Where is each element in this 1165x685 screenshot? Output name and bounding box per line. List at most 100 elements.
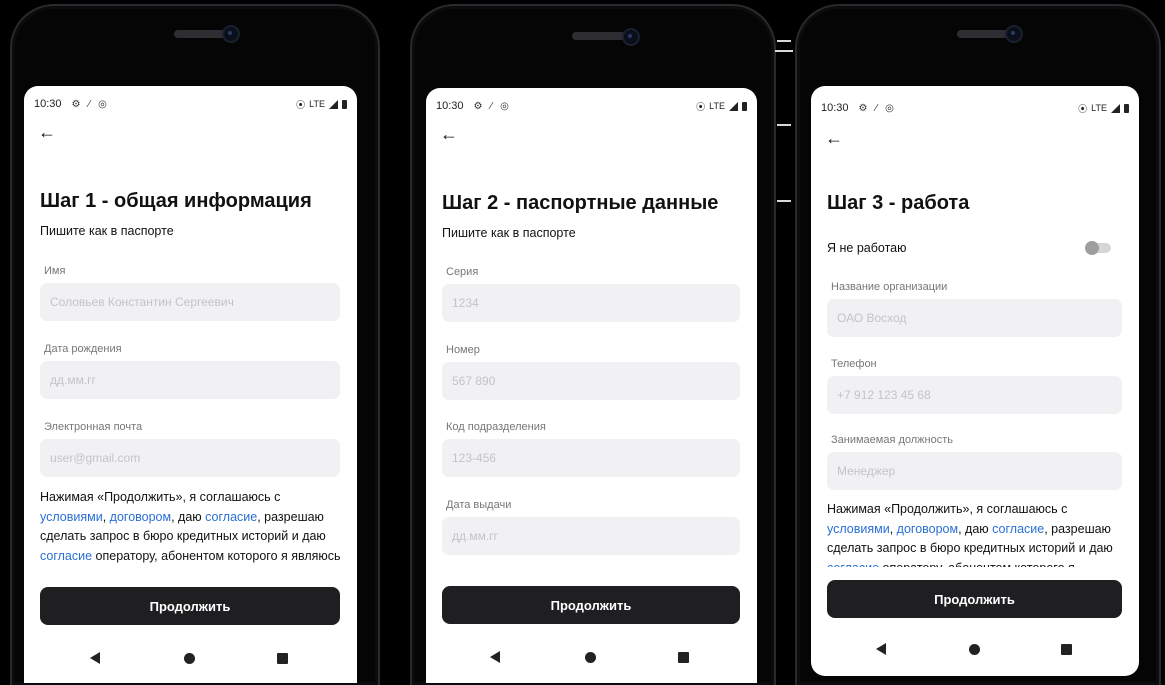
- operator-consent-link[interactable]: согласие: [827, 561, 879, 568]
- status-bar: 10:30 ⚙ ⁄ ◎ ⦿ LTE: [436, 98, 747, 114]
- side-button: [777, 124, 791, 126]
- nav-recents-icon[interactable]: [678, 652, 689, 663]
- screen-step-2: 10:30 ⚙ ⁄ ◎ ⦿ LTE ← Шаг 2 - паспортные д…: [426, 88, 757, 683]
- field-label-phone: Телефон: [831, 358, 877, 370]
- speaker-grille: [572, 32, 626, 40]
- nav-recents-icon[interactable]: [1061, 644, 1072, 655]
- network-label: LTE: [309, 99, 325, 109]
- terms-link[interactable]: условиями: [827, 522, 890, 536]
- not-working-row[interactable]: Я не работаю: [827, 241, 1125, 257]
- consent-part: ,: [889, 521, 897, 536]
- issue-date-input[interactable]: дд.мм.гг: [442, 517, 740, 555]
- field-label-organization: Название организации: [831, 281, 948, 293]
- consent-part: Нажимая «Продолжить», я соглашаюсь с: [40, 490, 281, 504]
- position-input[interactable]: Менеджер: [827, 452, 1122, 490]
- signal-icon: [729, 101, 738, 111]
- nav-home-icon[interactable]: [184, 653, 195, 664]
- network-label: LTE: [709, 101, 725, 111]
- phone-input[interactable]: +7 912 123 45 68: [827, 376, 1122, 414]
- side-button: [777, 40, 791, 42]
- status-bar: 10:30 ⚙ ⁄ ◎ ⦿ LTE: [34, 96, 347, 112]
- back-arrow-icon[interactable]: ←: [440, 124, 458, 145]
- field-label-email: Электронная почта: [44, 421, 143, 433]
- nav-recents-icon[interactable]: [277, 653, 288, 664]
- sync-icon: ⁄: [875, 102, 878, 114]
- consent-link[interactable]: согласие: [992, 522, 1044, 536]
- battery-icon: [742, 101, 747, 111]
- contract-link[interactable]: договором: [110, 510, 171, 524]
- signal-icon: [1111, 103, 1120, 113]
- battery-icon: [342, 99, 347, 109]
- speaker-grille: [957, 30, 1011, 38]
- page-subtitle: Пишите как в паспорте: [40, 224, 174, 238]
- status-time: 10:30: [821, 102, 849, 114]
- settings-icon: ⚙: [473, 100, 483, 112]
- consent-text: Нажимая «Продолжить», я соглашаюсь с усл…: [827, 500, 1125, 567]
- email-input[interactable]: user@gmail.com: [40, 439, 340, 477]
- consent-part: оператору, абонентом которого я являюсь: [92, 548, 341, 563]
- status-time: 10:30: [436, 100, 464, 112]
- back-arrow-icon[interactable]: ←: [38, 122, 56, 143]
- contract-link[interactable]: договором: [897, 522, 958, 536]
- field-label-division-code: Код подразделения: [446, 421, 546, 433]
- front-camera: [1005, 25, 1023, 43]
- passport-number-input[interactable]: 567 890: [442, 362, 740, 400]
- system-nav-bar: [24, 648, 357, 668]
- page-title: Шаг 3 - работа: [827, 192, 970, 214]
- front-camera: [222, 25, 240, 43]
- consent-link[interactable]: согласие: [205, 510, 257, 524]
- page-title: Шаг 2 - паспортные данные: [442, 192, 719, 214]
- page-subtitle: Пишите как в паспорте: [442, 226, 576, 240]
- name-input[interactable]: Соловьев Константин Сергеевич: [40, 283, 340, 321]
- field-label-name: Имя: [44, 265, 66, 277]
- nav-home-icon[interactable]: [969, 644, 980, 655]
- side-button: [777, 200, 791, 202]
- page-title: Шаг 1 - общая информация: [40, 190, 312, 212]
- not-working-label: Я не работаю: [827, 241, 907, 255]
- signal-icon: [329, 99, 338, 109]
- field-label-position: Занимаемая должность: [831, 434, 954, 446]
- continue-button[interactable]: Продолжить: [442, 586, 740, 624]
- front-camera: [622, 28, 640, 46]
- sync-icon: ⁄: [490, 100, 493, 112]
- consent-part: ,: [102, 509, 110, 524]
- consent-part: , даю: [171, 509, 206, 524]
- nav-home-icon[interactable]: [585, 652, 596, 663]
- field-label-birthdate: Дата рождения: [44, 343, 122, 355]
- network-label: LTE: [1091, 103, 1107, 113]
- not-working-toggle[interactable]: [1085, 241, 1111, 255]
- continue-button[interactable]: Продолжить: [40, 587, 340, 625]
- settings-icon: ⚙: [858, 102, 868, 114]
- nav-back-icon[interactable]: [90, 652, 100, 664]
- back-arrow-icon[interactable]: ←: [825, 128, 843, 149]
- field-label-number: Номер: [446, 344, 480, 356]
- division-code-input[interactable]: 123-456: [442, 439, 740, 477]
- consent-text: Нажимая «Продолжить», я соглашаюсь с усл…: [40, 488, 343, 574]
- birthdate-input[interactable]: дд.мм.гг: [40, 361, 340, 399]
- terms-link[interactable]: условиями: [40, 510, 103, 524]
- screen-step-1: 10:30 ⚙ ⁄ ◎ ⦿ LTE ← Шаг 1 - общая информ…: [24, 86, 357, 683]
- field-label-series: Серия: [446, 266, 479, 278]
- data-saver-icon: ◎: [885, 102, 894, 114]
- consent-part: Нажимая «Продолжить», я соглашаюсь с: [827, 502, 1068, 516]
- battery-icon: [1124, 103, 1129, 113]
- nav-back-icon[interactable]: [876, 643, 886, 655]
- screen-step-3: 10:30 ⚙ ⁄ ◎ ⦿ LTE ← Шаг 3 - работа Я не …: [811, 86, 1139, 676]
- system-nav-bar: [426, 647, 757, 667]
- consent-part: , даю: [958, 521, 993, 536]
- continue-button[interactable]: Продолжить: [827, 580, 1122, 618]
- status-time: 10:30: [34, 98, 62, 110]
- organization-input[interactable]: ОАО Восход: [827, 299, 1122, 337]
- data-saver-icon: ◎: [500, 100, 509, 112]
- data-saver-icon: ◎: [98, 98, 107, 110]
- speaker-grille: [174, 30, 228, 38]
- sync-icon: ⁄: [88, 98, 91, 110]
- nav-back-icon[interactable]: [490, 651, 500, 663]
- side-button: [775, 50, 793, 52]
- system-nav-bar: [811, 640, 1139, 660]
- location-icon: ⦿: [296, 99, 306, 110]
- location-icon: ⦿: [696, 101, 706, 112]
- field-label-issue-date: Дата выдачи: [446, 499, 512, 511]
- operator-consent-link[interactable]: согласие: [40, 549, 92, 563]
- passport-series-input[interactable]: 1234: [442, 284, 740, 322]
